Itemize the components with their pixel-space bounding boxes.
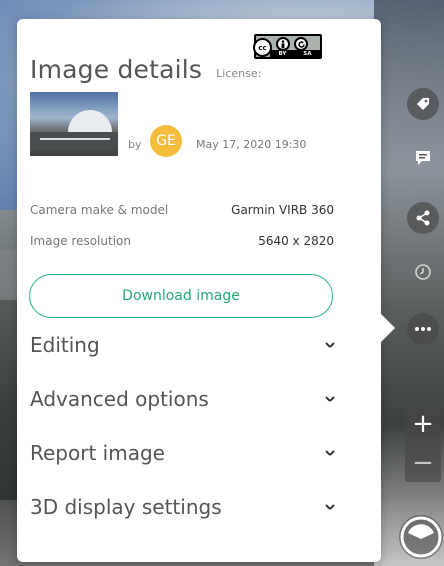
chevron-down-icon (325, 395, 334, 404)
zoom-in-button[interactable]: + (405, 404, 441, 443)
section-report-image[interactable]: Report image (30, 436, 334, 470)
meta-row-resolution: Image resolution 5640 x 2820 (30, 234, 334, 248)
comment-icon (416, 151, 430, 165)
section-editing[interactable]: Editing (30, 328, 334, 362)
meta-value-camera: Garmin VIRB 360 (231, 203, 334, 217)
section-editing-label: Editing (30, 333, 100, 357)
comment-button[interactable] (407, 142, 439, 174)
history-button[interactable] (407, 256, 439, 288)
image-thumbnail[interactable] (30, 92, 118, 156)
history-icon (415, 264, 431, 280)
compass-icon (400, 516, 442, 558)
panel-title: Image details (30, 55, 203, 84)
section-advanced-options-label: Advanced options (30, 387, 209, 411)
panel-pointer (379, 312, 395, 344)
chevron-down-icon (325, 449, 334, 458)
meta-label-camera: Camera make & model (30, 203, 169, 217)
meta-value-resolution: 5640 x 2820 (258, 234, 334, 248)
zoom-controls: + − (405, 404, 441, 482)
license-by-text: BY (278, 50, 287, 57)
author-by-label: by (128, 138, 142, 151)
license-badge-bar: BY SA (270, 50, 320, 57)
license-sa-text: SA (303, 50, 312, 57)
title-row: Image details License: (30, 55, 261, 84)
meta-row-camera: Camera make & model Garmin VIRB 360 (30, 203, 334, 217)
thumbnail-road-line (40, 138, 110, 140)
thumbnail-building (68, 110, 112, 134)
tag-button[interactable] (407, 88, 439, 120)
meta-label-resolution: Image resolution (30, 234, 131, 248)
author-avatar[interactable]: GE (150, 125, 182, 157)
cc-license-badge[interactable]: cc BY SA (253, 34, 322, 59)
chevron-down-icon (325, 341, 334, 350)
section-report-image-label: Report image (30, 441, 165, 465)
chevron-down-icon (325, 503, 334, 512)
license-label: License: (216, 67, 262, 80)
section-3d-display-settings-label: 3D display settings (30, 495, 222, 519)
section-3d-display-settings[interactable]: 3D display settings (30, 490, 334, 524)
attribution-icon (276, 37, 290, 51)
tag-icon (417, 98, 429, 110)
more-options-button[interactable] (407, 313, 439, 345)
section-advanced-options[interactable]: Advanced options (30, 382, 334, 416)
thumbnail-road (30, 132, 118, 148)
share-icon (416, 210, 430, 226)
author-initials: GE (156, 133, 176, 149)
share-button[interactable] (407, 202, 439, 234)
more-icon (415, 327, 431, 331)
download-image-button[interactable]: Download image (29, 274, 333, 318)
capture-date: May 17, 2020 19:30 (196, 138, 307, 151)
zoom-out-button[interactable]: − (405, 443, 441, 482)
compass-button[interactable] (399, 515, 443, 559)
share-alike-icon (294, 37, 308, 51)
cc-text: cc (258, 43, 267, 52)
